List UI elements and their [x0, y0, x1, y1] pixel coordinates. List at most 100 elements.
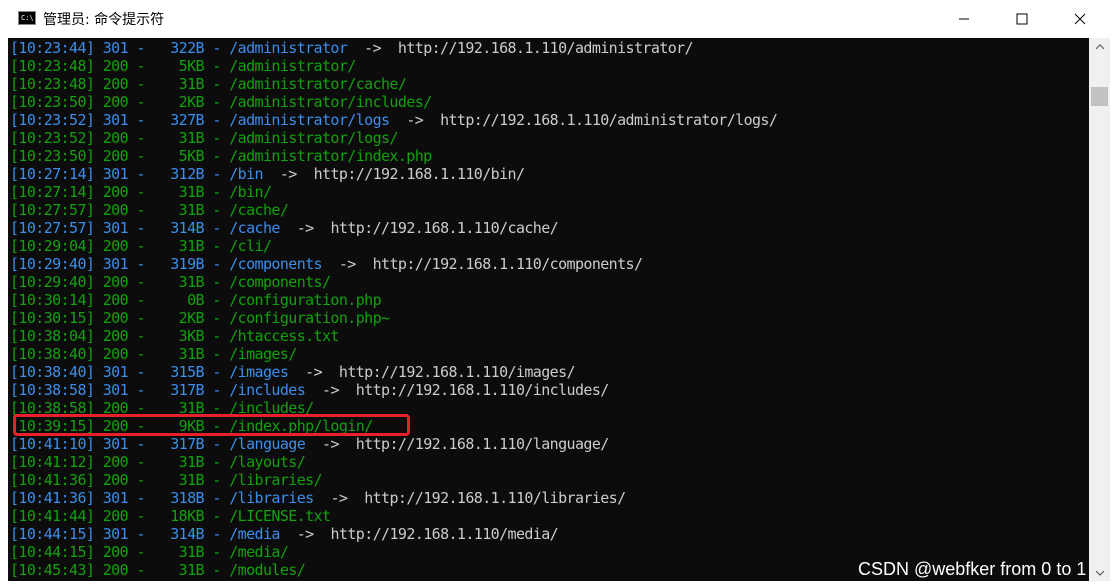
log-size: 31B: [178, 345, 205, 363]
redirect-arrow: ->: [296, 219, 314, 237]
close-button[interactable]: [1051, 0, 1109, 38]
log-status-code: 200: [102, 57, 129, 75]
log-path: /bin: [229, 165, 263, 183]
log-status-code: 200: [102, 129, 129, 147]
window-bottom-edge: [0, 581, 1119, 587]
log-size: 312B: [170, 165, 204, 183]
log-size: 2KB: [178, 93, 205, 111]
log-path: /cache/: [229, 201, 289, 219]
log-path: /cache: [229, 219, 280, 237]
title-bar[interactable]: C:\ 管理员: 命令提示符: [0, 0, 1119, 38]
log-path: /configuration.php~: [229, 309, 390, 327]
console-line: [10:38:40] 200 - 31B - /images/: [10, 345, 297, 363]
log-path: /components/: [229, 273, 331, 291]
log-timestamp: [10:30:15]: [10, 309, 95, 327]
redirect-url: http://192.168.1.110/bin/: [313, 165, 525, 183]
log-status-code: 301: [102, 39, 129, 57]
console-line: [10:30:15] 200 - 2KB - /configuration.ph…: [10, 309, 390, 327]
log-path: /images/: [229, 345, 297, 363]
log-status-code: 301: [102, 219, 129, 237]
log-size: 31B: [178, 183, 205, 201]
log-status-code: 200: [102, 273, 129, 291]
log-timestamp: [10:29:04]: [10, 237, 95, 255]
redirect-arrow: ->: [322, 435, 339, 453]
scroll-up-button[interactable]: [1089, 38, 1110, 55]
log-size: 31B: [178, 201, 205, 219]
maximize-button[interactable]: [993, 0, 1051, 38]
minimize-icon: [959, 18, 969, 20]
log-size: 319B: [170, 255, 204, 273]
log-status-code: 200: [102, 183, 129, 201]
vertical-scrollbar[interactable]: [1089, 38, 1110, 581]
console-line: [10:44:15] 301 - 314B - /media -> http:/…: [10, 525, 559, 543]
log-status-code: 301: [102, 255, 129, 273]
log-size: 314B: [170, 525, 204, 543]
console-output[interactable]: [10:23:44] 301 - 322B - /administrator -…: [8, 38, 1089, 581]
log-timestamp: [10:41:36]: [10, 471, 95, 489]
log-path: /language: [229, 435, 306, 453]
log-size: 31B: [178, 543, 205, 561]
redirect-url: http://192.168.1.110/images/: [338, 363, 576, 381]
console-line: [10:29:40] 200 - 31B - /components/: [10, 273, 331, 291]
log-path: /libraries/: [229, 471, 322, 489]
redirect-url: http://192.168.1.110/language/: [355, 435, 610, 453]
scroll-down-button[interactable]: [1089, 564, 1110, 581]
log-timestamp: [10:38:40]: [10, 363, 95, 381]
log-size: 5KB: [178, 57, 205, 75]
console-line: [10:41:44] 200 - 18KB - /LICENSE.txt: [10, 507, 331, 525]
log-status-code: 200: [102, 471, 129, 489]
redirect-arrow: ->: [279, 165, 297, 183]
log-path: /administrator/includes/: [229, 93, 432, 111]
log-size: 31B: [178, 129, 205, 147]
scroll-thumb[interactable]: [1091, 87, 1108, 106]
log-status-code: 200: [102, 93, 129, 111]
log-status-code: 200: [102, 147, 129, 165]
log-path: /administrator/index.php: [229, 147, 432, 165]
log-timestamp: [10:45:43]: [10, 561, 95, 579]
redirect-url: http://192.168.1.110/media/: [330, 525, 559, 543]
window-title: 管理员: 命令提示符: [43, 12, 165, 28]
redirect-url: http://192.168.1.110/libraries/: [364, 489, 626, 507]
log-path: /includes: [229, 381, 306, 399]
redirect-url: http://192.168.1.110/administrator/: [397, 39, 694, 57]
log-size: 314B: [170, 219, 204, 237]
log-status-code: 200: [102, 327, 129, 345]
log-size: 318B: [170, 489, 204, 507]
log-timestamp: [10:23:48]: [10, 75, 95, 93]
log-path: /media/: [229, 543, 289, 561]
redirect-arrow: ->: [296, 525, 314, 543]
log-status-code: 200: [102, 75, 129, 93]
cmd-app-icon[interactable]: C:\: [18, 11, 36, 25]
log-status-code: 200: [102, 237, 129, 255]
log-timestamp: [10:44:15]: [10, 543, 95, 561]
log-path: /modules/: [229, 561, 306, 579]
console-line: [10:23:48] 200 - 5KB - /administrator/: [10, 57, 356, 75]
log-timestamp: [10:38:58]: [10, 381, 95, 399]
console-line: [10:38:58] 301 - 317B - /includes -> htt…: [10, 381, 609, 399]
console-line: [10:38:40] 301 - 315B - /images -> http:…: [10, 363, 576, 381]
log-timestamp: [10:27:57]: [10, 201, 95, 219]
log-status-code: 301: [102, 435, 129, 453]
log-path: /administrator/logs/: [229, 129, 398, 147]
chevron-up-icon: [1095, 43, 1104, 49]
chevron-down-icon: [1095, 570, 1104, 576]
console-line: [10:41:36] 301 - 318B - /libraries -> ht…: [10, 489, 626, 507]
log-size: 327B: [170, 111, 204, 129]
maximize-icon: [1016, 13, 1028, 25]
log-timestamp: [10:23:48]: [10, 57, 95, 75]
log-timestamp: [10:23:50]: [10, 93, 95, 111]
minimize-button[interactable]: [935, 0, 993, 38]
log-size: 31B: [178, 237, 205, 255]
log-status-code: 301: [102, 525, 129, 543]
log-timestamp: [10:23:50]: [10, 147, 95, 165]
console-line: [10:41:10] 301 - 317B - /language -> htt…: [10, 435, 609, 453]
log-path: /cli/: [229, 237, 272, 255]
redirect-arrow: ->: [364, 39, 382, 57]
log-timestamp: [10:38:40]: [10, 345, 95, 363]
cmd-window: C:\ 管理员: 命令提示符 [10:23:44] 301 - 322B - /…: [0, 0, 1119, 587]
log-size: 317B: [170, 435, 204, 453]
log-timestamp: [10:23:52]: [10, 129, 95, 147]
log-status-code: 200: [102, 561, 129, 579]
log-path: /layouts/: [229, 453, 306, 471]
redirect-arrow: ->: [322, 381, 339, 399]
